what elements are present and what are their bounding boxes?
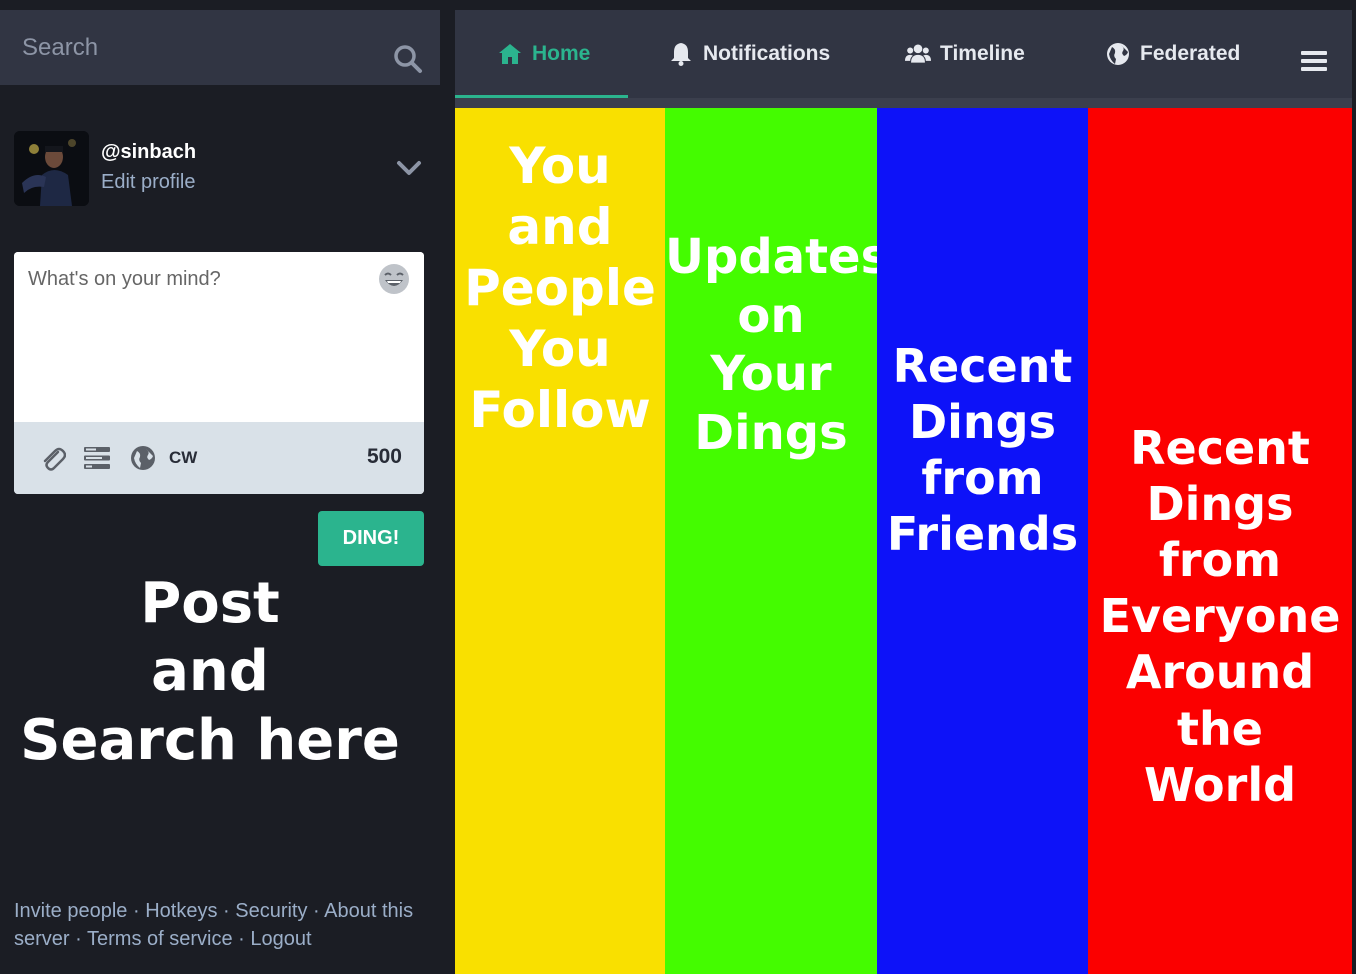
footer-links: Invite people · Hotkeys · Security · Abo… (14, 897, 434, 953)
paperclip-icon[interactable] (38, 444, 66, 472)
caption-line: People (464, 259, 656, 317)
caption-line: World (1143, 757, 1297, 812)
footer-link-invite[interactable]: Invite people (14, 900, 127, 922)
caption-line: and (151, 639, 269, 705)
caption-line: Around (1125, 645, 1315, 700)
caption-line: Follow (469, 381, 651, 439)
caption-line: Recent (1130, 421, 1310, 475)
caption-line: Post (140, 571, 280, 636)
footer-link-logout[interactable]: Logout (250, 928, 311, 950)
caption-line: Dings (908, 395, 1056, 450)
footer-link-security[interactable]: Security (235, 900, 307, 922)
bell-icon (671, 43, 691, 66)
footer-link-terms[interactable]: Terms of service (87, 928, 233, 950)
column-caption: Updates on Your Dings (665, 228, 890, 462)
tab-home[interactable]: Home (497, 10, 590, 98)
caption-line: Recent (892, 339, 1073, 393)
timeline-column: Recent Dings from Friends (877, 108, 1088, 974)
footer-separator: · (69, 928, 87, 950)
ding-submit-button[interactable]: DING! (318, 511, 424, 566)
caption-line: Your (710, 346, 832, 403)
tab-federated[interactable]: Federated (1105, 10, 1240, 98)
compose-toolbar: CW 500 (14, 422, 424, 494)
poll-icon[interactable] (83, 444, 111, 472)
caption-line: from (921, 451, 1044, 506)
caption-line: Dings (1146, 477, 1294, 532)
tab-label: Timeline (940, 42, 1025, 65)
emoji-picker-icon[interactable] (377, 262, 411, 296)
caption-line: Friends (886, 507, 1079, 562)
compose-textarea[interactable] (14, 252, 424, 422)
caption-line: You (509, 137, 611, 195)
tab-label: Federated (1140, 42, 1241, 65)
compose-form: CW 500 (14, 252, 424, 494)
profile-card: @sinbach Edit profile (14, 131, 426, 207)
hamburger-menu-icon[interactable] (1301, 50, 1327, 72)
profile-handle[interactable]: @sinbach (101, 141, 196, 164)
search-box[interactable] (0, 10, 440, 85)
column-caption: Recent Dings from Friends (877, 338, 1088, 562)
avatar[interactable] (14, 131, 89, 206)
nav-divider (455, 98, 1352, 108)
caption-line: Search here (20, 707, 400, 773)
search-icon[interactable] (393, 44, 423, 74)
tab-notifications[interactable]: Notifications (668, 10, 830, 98)
edit-profile-link[interactable]: Edit profile (101, 171, 196, 194)
federated-column: Recent Dings from Everyone Around the Wo… (1088, 108, 1352, 974)
footer-separator: · (127, 900, 146, 922)
content-warning-button[interactable]: CW (169, 448, 197, 468)
caption-line: from (1158, 533, 1282, 588)
top-navigation: Home Notifications Timeline Federated (455, 10, 1352, 98)
caption-line: Everyone (1099, 589, 1341, 644)
caption-line: You (509, 320, 611, 378)
character-counter: 500 (366, 445, 402, 468)
footer-separator: · (217, 900, 236, 922)
tab-label: Notifications (703, 42, 831, 65)
caption-line: Dings (694, 404, 848, 461)
globe-icon (1107, 43, 1129, 65)
globe-visibility-icon[interactable] (129, 444, 157, 472)
tab-label: Home (532, 42, 591, 65)
footer-link-hotkeys[interactable]: Hotkeys (145, 900, 217, 922)
home-column: You and People You Follow (455, 108, 665, 974)
search-input[interactable] (0, 10, 380, 85)
caption-line: the (1177, 701, 1263, 756)
caption-line: and (507, 198, 613, 256)
notifications-column: Updates on Your Dings (665, 108, 890, 974)
caption-line: on (737, 287, 805, 344)
column-caption: You and People You Follow (455, 136, 665, 441)
home-icon (499, 44, 521, 64)
tab-timeline[interactable]: Timeline (905, 10, 1025, 98)
column-caption: Recent Dings from Everyone Around the Wo… (1088, 420, 1352, 813)
footer-separator: · (307, 900, 325, 922)
users-icon (905, 44, 931, 63)
caption-line: Updates (665, 229, 890, 285)
footer-separator: · (232, 928, 251, 950)
left-overlay-caption: Post and Search here (20, 570, 400, 775)
chevron-down-icon[interactable] (396, 159, 422, 177)
